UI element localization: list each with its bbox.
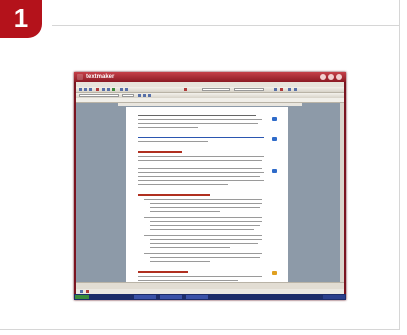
undo-icon[interactable] (120, 88, 123, 91)
list-line (150, 229, 254, 230)
title-bar: textmaker (74, 72, 346, 82)
text-line (138, 184, 228, 185)
text-line (138, 168, 262, 169)
comment-marker-icon[interactable] (272, 137, 277, 141)
taskbar (74, 294, 346, 300)
shape-icon[interactable] (86, 290, 89, 293)
text-line (138, 123, 258, 124)
taskbar-item[interactable] (160, 295, 182, 299)
status-bar (76, 282, 344, 289)
text-line (138, 176, 260, 177)
text-line (138, 180, 264, 181)
comment-marker-icon[interactable] (272, 117, 277, 121)
align-center-icon[interactable] (143, 94, 146, 97)
list-line (150, 239, 262, 240)
text-line (138, 156, 264, 157)
document-workspace (76, 103, 344, 283)
open-icon[interactable] (84, 88, 87, 91)
heading-line (138, 194, 210, 196)
horizontal-ruler[interactable] (118, 103, 302, 106)
text-line (138, 276, 262, 277)
minimize-icon[interactable] (320, 74, 326, 80)
align-left-icon[interactable] (138, 94, 141, 97)
close-icon[interactable] (336, 74, 342, 80)
text-line (138, 160, 262, 161)
text-line (138, 137, 264, 138)
cut-icon[interactable] (102, 88, 105, 91)
list-line (150, 261, 210, 262)
start-button-icon[interactable] (75, 295, 89, 299)
heading-line (138, 151, 182, 153)
maximize-icon[interactable] (328, 74, 334, 80)
text-line (138, 172, 264, 173)
text-line (138, 280, 238, 281)
list-line (150, 211, 220, 212)
step-number-badge: 1 (0, 0, 42, 38)
list-line (150, 247, 230, 248)
table-icon[interactable] (184, 88, 187, 91)
heading-line (138, 271, 188, 273)
list-line (144, 199, 262, 200)
copy-icon[interactable] (107, 88, 110, 91)
redo-icon[interactable] (125, 88, 128, 91)
application-screenshot: textmaker (74, 72, 346, 300)
window-logo-icon (77, 74, 83, 80)
new-icon[interactable] (79, 88, 82, 91)
list-line (150, 243, 258, 244)
list-line (144, 217, 262, 218)
text-line (138, 115, 256, 116)
text-line (138, 141, 208, 142)
draw-icon[interactable] (80, 290, 83, 293)
zoom-field[interactable] (202, 88, 230, 91)
text-line (138, 119, 262, 120)
system-tray (323, 295, 345, 299)
list-line (144, 253, 262, 254)
comment-marker-icon[interactable] (272, 271, 277, 275)
list-line (150, 221, 262, 222)
align-right-icon[interactable] (148, 94, 151, 97)
taskbar-item[interactable] (186, 295, 208, 299)
font-size-field[interactable] (122, 94, 134, 97)
font-field[interactable] (79, 94, 119, 97)
header-rule (52, 25, 400, 26)
list-line (144, 235, 262, 236)
list-line (150, 203, 262, 204)
list-line (150, 225, 260, 226)
document-page[interactable] (126, 107, 288, 283)
save-icon[interactable] (89, 88, 92, 91)
print-icon[interactable] (96, 88, 99, 91)
underline-icon[interactable] (294, 88, 297, 91)
color-icon[interactable] (280, 88, 283, 91)
step-card: 1 textmaker (0, 0, 400, 330)
italic-icon[interactable] (288, 88, 291, 91)
vertical-scrollbar[interactable] (340, 103, 344, 283)
text-line (138, 127, 198, 128)
style-field[interactable] (234, 88, 264, 91)
bold-icon[interactable] (274, 88, 277, 91)
list-line (150, 207, 260, 208)
paste-icon[interactable] (112, 88, 115, 91)
step-number: 1 (13, 2, 29, 33)
comment-marker-icon[interactable] (272, 169, 277, 173)
list-line (150, 257, 260, 258)
window-title: textmaker (86, 74, 115, 80)
taskbar-item[interactable] (134, 295, 156, 299)
